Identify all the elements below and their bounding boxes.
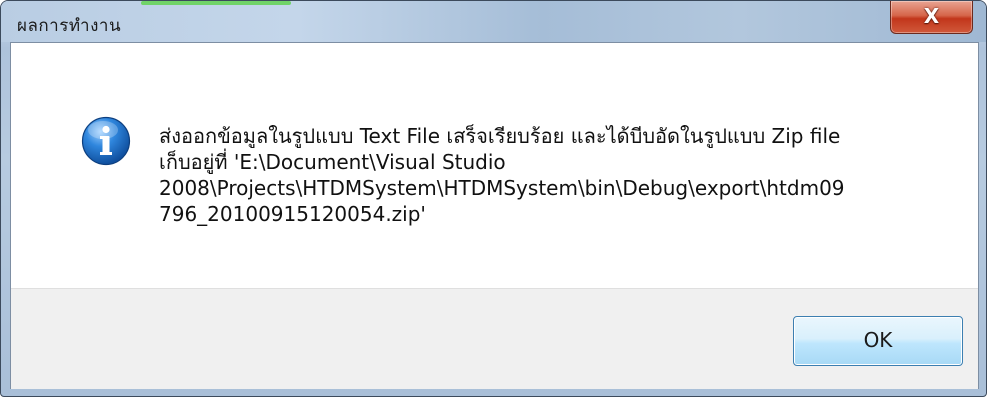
close-button[interactable]: X (890, 1, 973, 34)
close-icon: X (923, 4, 940, 28)
message-dialog: ผลการทำงาน X ส่งออกข้อมูลในรูปแบบ Text F… (0, 0, 987, 397)
message-line-3: 2008\Projects\HTDMSystem\HTDMSystem\bin\… (159, 176, 845, 200)
title-bar-glow (141, 1, 291, 5)
button-bar: OK (11, 288, 978, 389)
message-text: ส่งออกข้อมูลในรูปแบบ Text File เสร็จเรีย… (159, 123, 939, 227)
dialog-title: ผลการทำงาน (17, 16, 122, 36)
title-bar[interactable]: ผลการทำงาน X (1, 1, 986, 42)
ok-button[interactable]: OK (793, 316, 963, 366)
dialog-client-area: ส่งออกข้อมูลในรูปแบบ Text File เสร็จเรีย… (10, 42, 979, 389)
information-icon (81, 116, 131, 166)
message-area: ส่งออกข้อมูลในรูปแบบ Text File เสร็จเรีย… (11, 43, 978, 288)
message-line-2: เก็บอยู่ที่ 'E:\Document\Visual Studio (159, 150, 506, 174)
message-line-1: ส่งออกข้อมูลในรูปแบบ Text File เสร็จเรีย… (159, 124, 841, 148)
message-line-4: 796_20100915120054.zip' (159, 202, 426, 226)
